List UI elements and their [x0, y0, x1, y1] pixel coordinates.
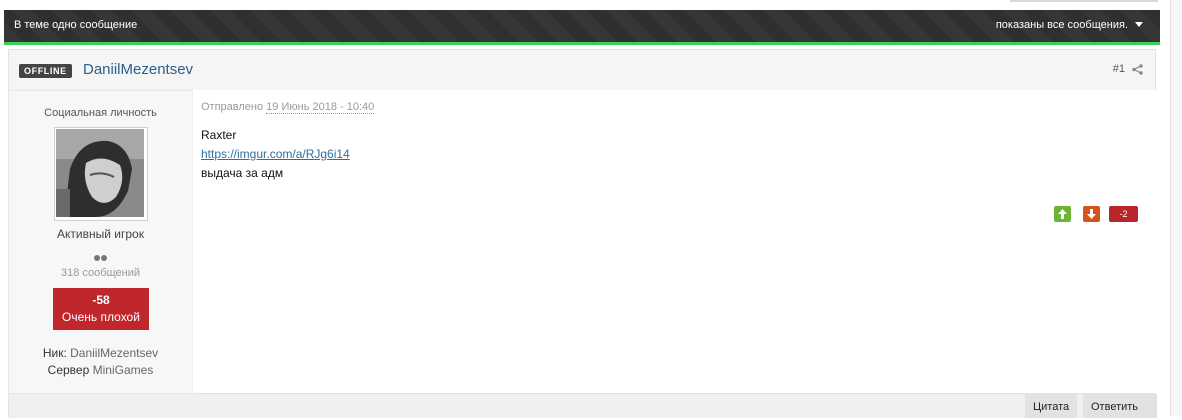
field-server-value: MiniGames	[92, 363, 154, 377]
rank-pips	[93, 250, 107, 264]
topic-bar: В теме одно сообщение показаны все сообщ…	[4, 10, 1160, 45]
field-server-label: Сервер	[47, 363, 90, 377]
top-divider	[1010, 0, 1158, 2]
post-filter-label: показаны все сообщения.	[995, 19, 1128, 31]
avatar[interactable]	[54, 127, 148, 221]
member-group: Активный игрок	[57, 227, 144, 241]
post-content: Raxter https://imgur.com/a/RJg6i14 выдач…	[201, 126, 350, 183]
post-date-value: 19 Июнь 2018 - 10:40	[266, 101, 375, 114]
page-scrollbar[interactable]	[1170, 0, 1182, 416]
post-reputation-score: -2	[1109, 206, 1138, 222]
arrow-up-icon	[1058, 209, 1067, 219]
field-server: Сервер MiniGames	[9, 363, 192, 377]
post-filter-dropdown[interactable]: показаны все сообщения.	[996, 19, 1143, 31]
arrow-down-icon	[1087, 209, 1096, 219]
quote-button[interactable]: Цитата	[1025, 394, 1078, 418]
reputation-value: -58	[92, 293, 110, 307]
post-count: 318 сообщений	[61, 267, 140, 279]
post-number-link[interactable]: #1	[1113, 63, 1125, 75]
field-nick: Ник: DaniilMezentsev	[9, 346, 192, 360]
share-icon[interactable]	[1132, 64, 1143, 75]
author-info: Социальная личность Активный игрок 318 с…	[9, 90, 192, 393]
vote-down-button[interactable]	[1083, 206, 1100, 222]
post-date: Отправлено 19 Июнь 2018 - 10:40	[201, 101, 375, 114]
member-title: Социальная личность	[44, 107, 157, 119]
content-line: выдача за адм	[201, 166, 284, 180]
post-header: OFFLINE DaniilMezentsev #1	[9, 50, 1155, 91]
reputation-badge: -58 Очень плохой	[53, 288, 149, 330]
topic-summary: В теме одно сообщение	[14, 19, 138, 31]
field-nick-label: Ник:	[42, 346, 67, 360]
content-line: Raxter	[201, 128, 237, 142]
author-link[interactable]: DaniilMezentsev	[83, 61, 193, 78]
reply-button[interactable]: Ответить	[1083, 394, 1157, 418]
post-date-prefix: Отправлено	[201, 101, 264, 113]
post: OFFLINE DaniilMezentsev #1 Социальная ли…	[8, 49, 1157, 418]
post-controls: Цитата Ответить	[9, 393, 1157, 418]
reputation-label: Очень плохой	[62, 310, 140, 324]
chevron-down-icon	[1135, 21, 1143, 27]
post-body: Отправлено 19 Июнь 2018 - 10:40 Raxter h…	[192, 90, 1156, 393]
vote-up-button[interactable]	[1054, 206, 1071, 222]
field-nick-value: DaniilMezentsev	[70, 346, 159, 360]
status-badge: OFFLINE	[19, 64, 72, 78]
content-link[interactable]: https://imgur.com/a/RJg6i14	[201, 147, 350, 161]
